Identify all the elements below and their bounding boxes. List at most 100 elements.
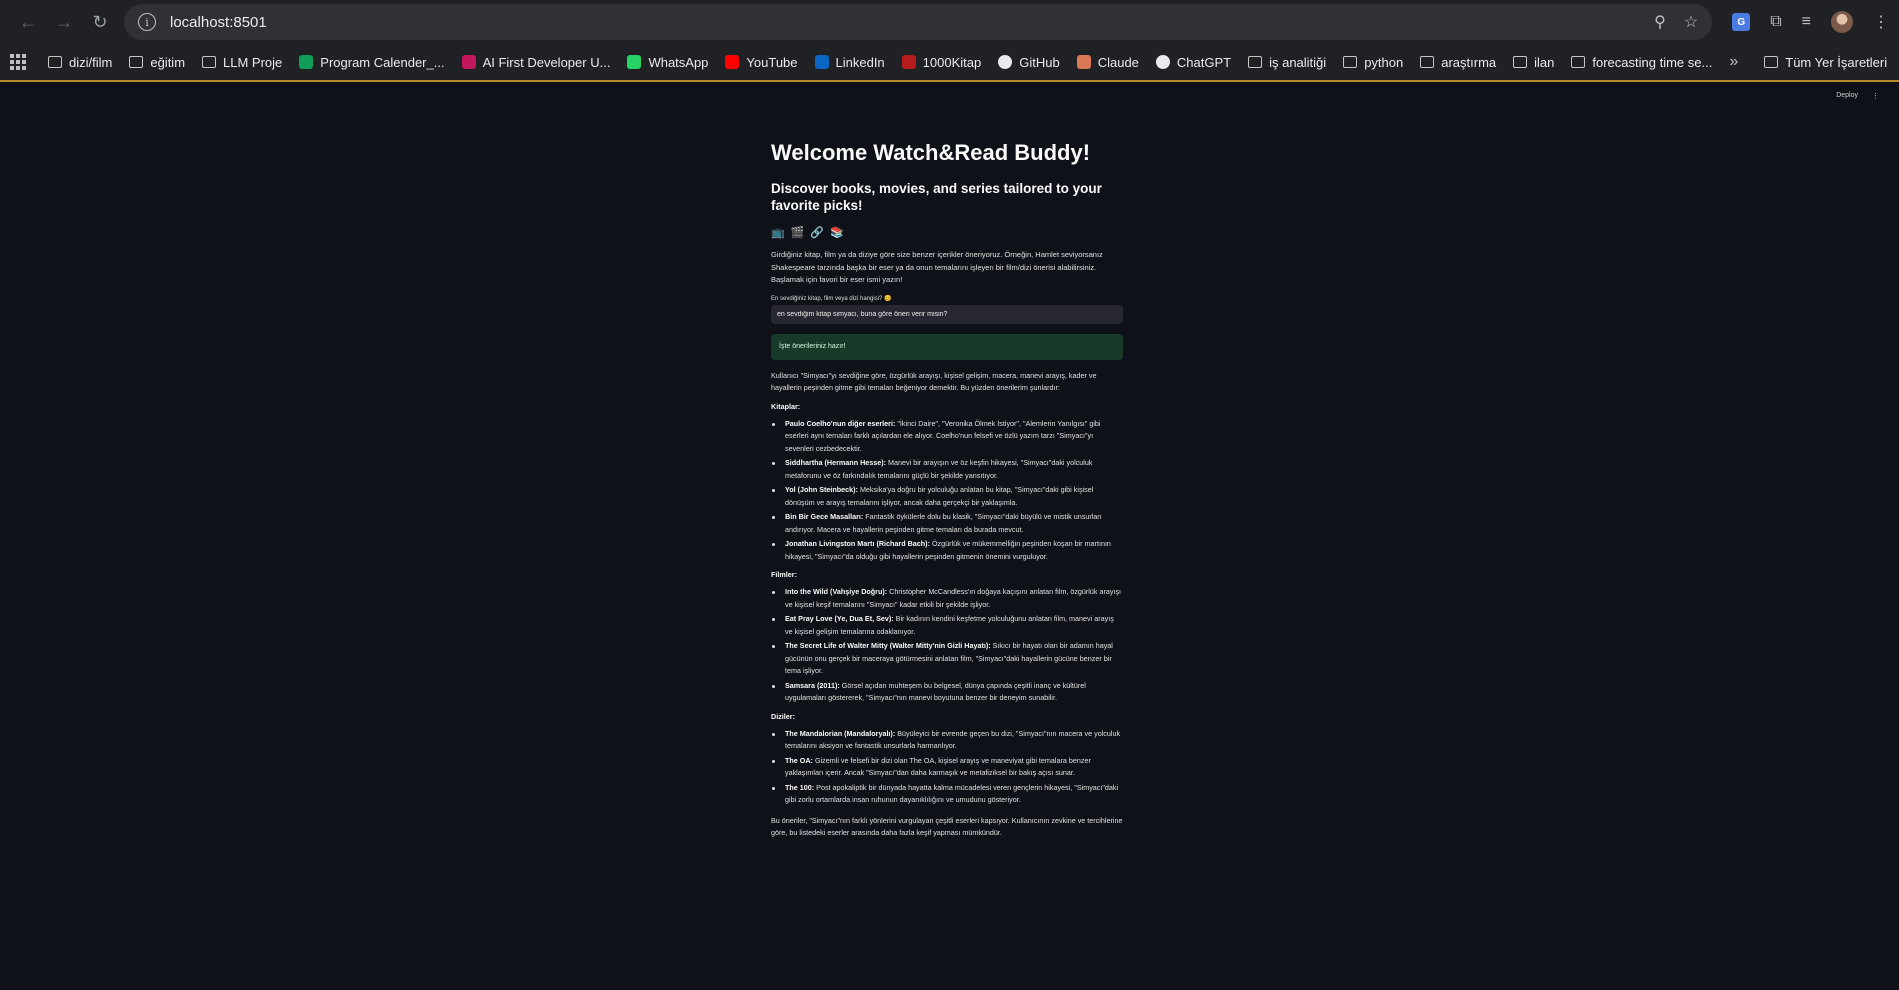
bookmark-item[interactable]: Program Calender_...: [299, 54, 445, 70]
bookmark-item[interactable]: ChatGPT: [1155, 54, 1232, 70]
back-button[interactable]: ←: [10, 6, 46, 38]
bookmark-item[interactable]: dizi/film: [48, 55, 112, 70]
address-bar[interactable]: i localhost:8501 ⚲ ☆: [124, 4, 1713, 40]
bookmark-item[interactable]: araştırma: [1420, 55, 1496, 70]
folder-icon: [1571, 56, 1586, 68]
recommendation-item: Into the Wild (Vahşiye Doğru): Christoph…: [771, 586, 1123, 611]
recommendation-list: Paulo Coelho'nun diğer eserleri: "İkinci…: [771, 418, 1123, 564]
section-heading: Filmler:: [771, 570, 797, 579]
bookmark-label: Claude: [1097, 54, 1139, 70]
page-top-accent: [0, 80, 1899, 82]
favorite-input[interactable]: [771, 304, 1123, 324]
clapperboard-icon: 🎬: [790, 227, 805, 239]
bookmark-label: ChatGPT: [1176, 54, 1232, 70]
main-content: Welcome Watch&Read Buddy! Discover books…: [771, 140, 1123, 846]
recommendation-item: Samsara (2011): Görsel açıdan muhteşem b…: [771, 680, 1123, 705]
bookmark-item[interactable]: iş analitiği: [1248, 55, 1326, 70]
intro-text: Girdiğiniz kitap, film ya da diziye göre…: [771, 250, 1103, 284]
bookmarks-overflow-icon[interactable]: »: [1729, 53, 1738, 71]
recommendation-item: Jonathan Livingston Martı (Richard Bach)…: [771, 538, 1123, 563]
bookmark-label: LinkedIn: [835, 54, 885, 70]
youtube-icon: [725, 55, 740, 69]
recommendation-list: The Mandalorian (Mandaloryalı): Büyüleyi…: [771, 728, 1123, 807]
bookmark-item[interactable]: AI First Developer U...: [461, 55, 610, 70]
bookmark-item[interactable]: Claude: [1076, 54, 1139, 70]
deploy-button[interactable]: Deploy: [1836, 92, 1858, 100]
bookmark-label: dizi/film: [69, 54, 113, 70]
zoom-icon[interactable]: ⚲: [1654, 12, 1666, 32]
profile-avatar[interactable]: [1831, 11, 1853, 33]
recommendation-text: Post apokaliptik bir dünyada hayatta kal…: [785, 782, 1119, 805]
success-alert: İşte önerileriniz hazır!: [771, 333, 1123, 360]
folder-icon: [1764, 56, 1779, 68]
url-text[interactable]: localhost:8501: [170, 14, 1654, 31]
extensions-icon[interactable]: ⧉: [1770, 13, 1781, 31]
bookmark-item[interactable]: LLM Proje: [202, 55, 282, 70]
bookmark-label: GitHub: [1019, 54, 1060, 70]
bookmark-star-icon[interactable]: ☆: [1684, 12, 1698, 32]
recommendation-item: Eat Pray Love (Ye, Dua Et, Sev): Bir kad…: [771, 613, 1123, 638]
recommendation-title: The Mandalorian (Mandaloryalı):: [785, 728, 896, 738]
reload-icon: ↻: [92, 11, 108, 32]
recommendation-item: Siddhartha (Hermann Hesse): Manevi bir a…: [771, 457, 1123, 482]
recommendation-title: Bin Bir Gece Masalları:: [785, 512, 864, 521]
bookmark-item[interactable]: LinkedIn: [814, 54, 885, 70]
browser-menu-icon[interactable]: ⋮: [1873, 12, 1889, 32]
bookmark-label: WhatsApp: [648, 54, 709, 70]
bookmark-label: forecasting time se...: [1592, 54, 1713, 70]
recommendation-sections: Kitaplar: Paulo Coelho'nun diğer eserleri…: [771, 402, 1123, 807]
recommendation-item: The Mandalorian (Mandaloryalı): Büyüleyi…: [771, 728, 1123, 753]
browser-chrome: ← → ↻ i localhost:8501 ⚲ ☆ G ⧉ ≡ ⋮ dizi/…: [0, 0, 1899, 80]
arrow-left-icon: ←: [19, 11, 37, 32]
folder-icon: [1513, 56, 1528, 68]
recommendation-title: The 100:: [785, 782, 815, 792]
section-heading: Diziler:: [771, 711, 795, 721]
claude-icon: [1076, 55, 1091, 69]
site-info-icon[interactable]: i: [138, 13, 156, 31]
recommendation-title: Yol (John Steinbeck):: [785, 485, 858, 494]
folder-icon: [202, 56, 217, 68]
chatgpt-icon: [1155, 55, 1170, 69]
bookmark-item[interactable]: WhatsApp: [627, 55, 708, 70]
bookmark-item[interactable]: python: [1343, 55, 1403, 70]
section-heading: Kitaplar:: [771, 401, 801, 411]
bookmark-label: 1000Kitap: [922, 54, 982, 70]
bookmark-label: LLM Proje: [223, 54, 283, 70]
bookmark-item[interactable]: forecasting time se...: [1571, 55, 1712, 70]
link-icon: 🔗: [810, 227, 825, 239]
recommendation-title: Into the Wild (Vahşiye Doğru):: [785, 587, 888, 596]
recommendation-list: Into the Wild (Vahşiye Doğru): Christoph…: [771, 586, 1123, 705]
bookmark-label: ilan: [1534, 54, 1555, 70]
all-bookmarks-label: Tüm Yer İşaretleri: [1785, 54, 1888, 70]
bookmark-label: eğitim: [150, 54, 186, 70]
apps-icon[interactable]: [10, 54, 26, 70]
recommendation-title: Paulo Coelho'nun diğer eserleri:: [785, 418, 896, 428]
bookmark-label: araştırma: [1441, 54, 1497, 70]
app-menu-icon[interactable]: ⋮: [1872, 92, 1879, 100]
bookmark-item[interactable]: GitHub: [998, 54, 1060, 70]
sheets-icon: [299, 55, 314, 69]
emoji-row: 📺 🎬 🔗 📚: [771, 226, 1123, 239]
all-bookmarks[interactable]: Tüm Yer İşaretleri: [1764, 55, 1887, 70]
translate-icon[interactable]: G: [1732, 13, 1751, 31]
forward-button[interactable]: →: [46, 6, 82, 38]
bookmark-item[interactable]: YouTube: [725, 54, 798, 70]
folder-icon: [129, 56, 144, 68]
bookmark-label: iş analitiği: [1269, 54, 1327, 70]
recommendation-title: Siddhartha (Hermann Hesse):: [785, 458, 887, 467]
person-icon: [461, 55, 476, 69]
folder-icon: [1343, 56, 1358, 68]
reload-button[interactable]: ↻: [82, 6, 118, 38]
recommendation-title: Jonathan Livingston Martı (Richard Bach)…: [785, 539, 930, 548]
bookmark-label: Program Calender_...: [320, 54, 445, 70]
bookmark-item[interactable]: 1000Kitap: [901, 54, 982, 70]
bookmark-item[interactable]: ilan: [1513, 55, 1554, 70]
bookmark-label: YouTube: [746, 54, 798, 70]
recommendation-item: Paulo Coelho'nun diğer eserleri: "İkinci…: [771, 418, 1123, 456]
bookmark-list: dizi/film eğitim LLM Proje Program Calender…: [48, 55, 1729, 70]
media-controls-icon[interactable]: ≡: [1802, 13, 1811, 31]
recommendation-text: Gizemli ve felsefi bir dizi olan The OA,…: [785, 755, 1091, 778]
recommendation-title: The OA:: [785, 755, 813, 765]
folder-icon: [1248, 56, 1263, 68]
bookmark-item[interactable]: eğitim: [129, 55, 185, 70]
